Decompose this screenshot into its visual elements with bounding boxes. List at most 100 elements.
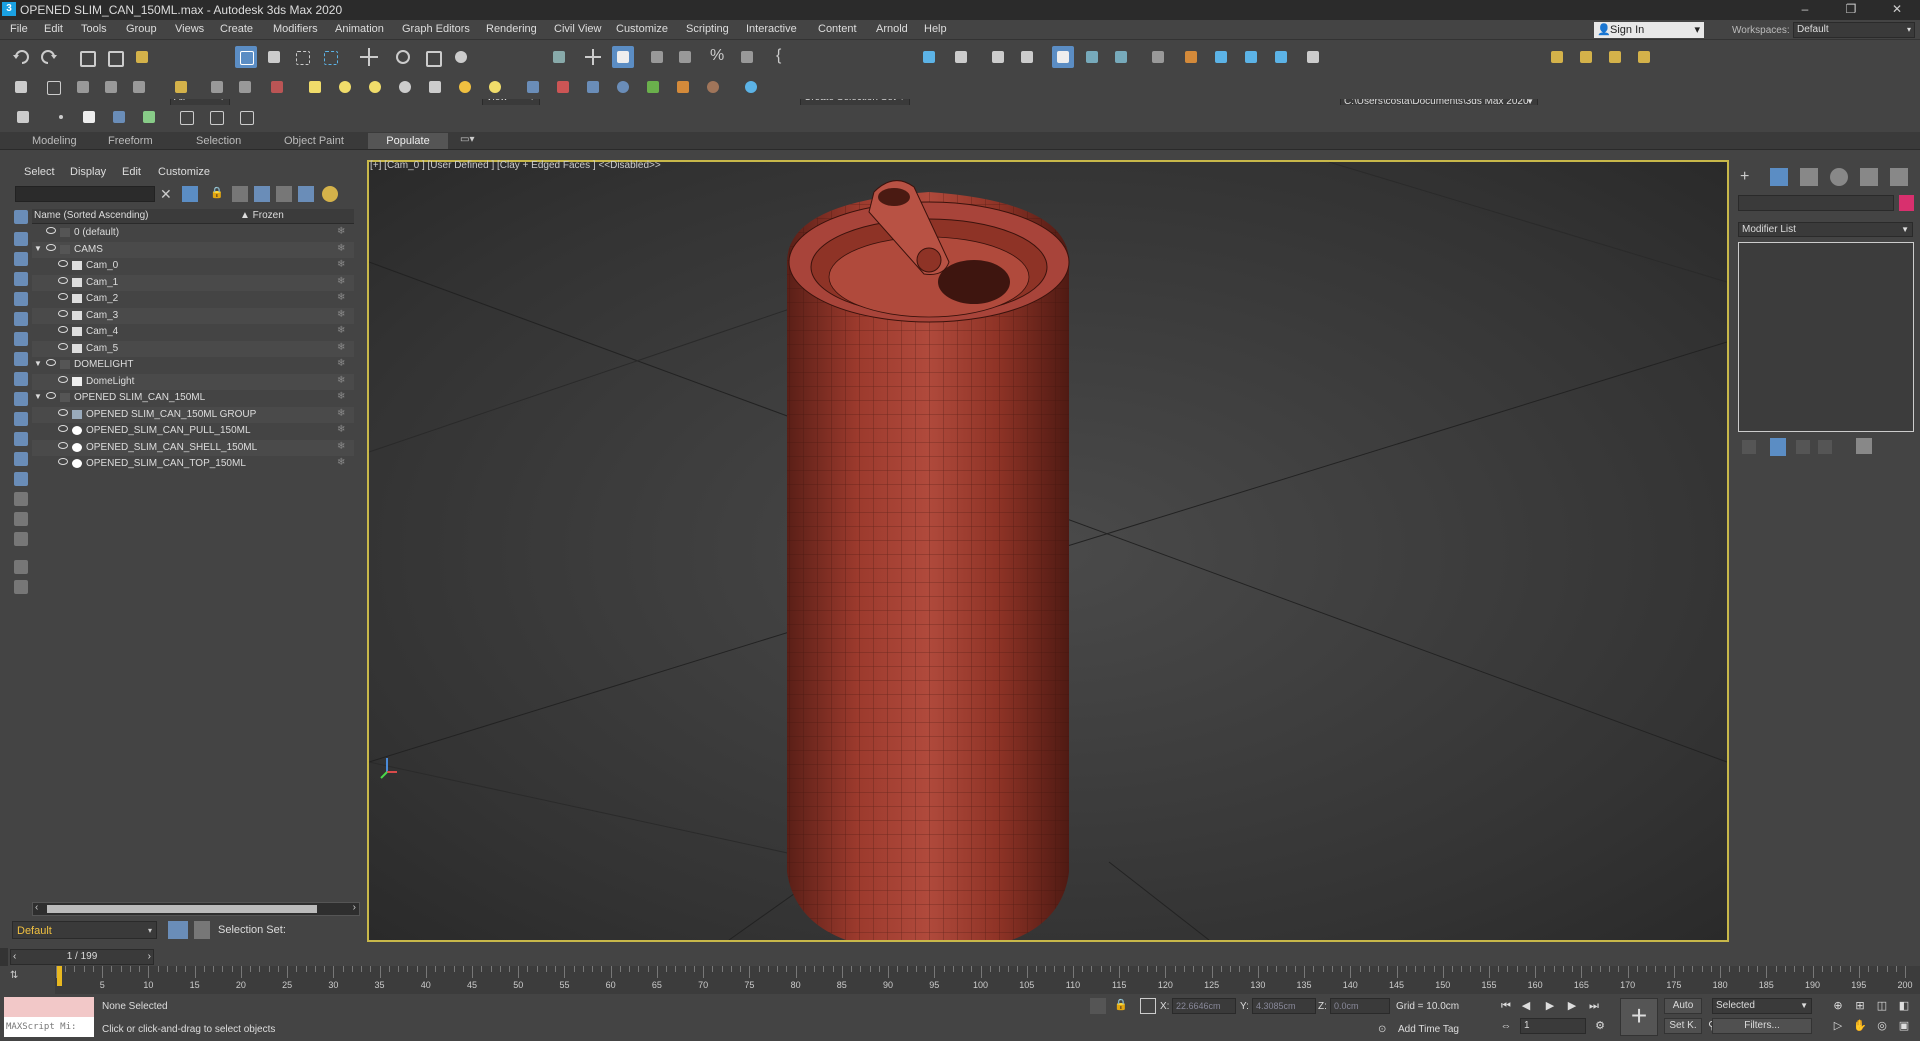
freeze-icon[interactable]: ❄ bbox=[337, 375, 345, 386]
array-icon[interactable] bbox=[235, 106, 257, 128]
modifier-list-dropdown[interactable]: Modifier List ▼ bbox=[1738, 222, 1913, 237]
set-key-icon[interactable]: + bbox=[1620, 998, 1658, 1036]
z-coordinate-field[interactable]: 0.0cm bbox=[1330, 998, 1390, 1014]
mirror-icon[interactable] bbox=[918, 46, 940, 68]
go-to-start-icon[interactable]: ⏮ bbox=[1498, 998, 1514, 1014]
tree-row[interactable]: Cam_0 ❄ bbox=[32, 258, 354, 274]
expand-collapse-icon[interactable]: ▼ bbox=[34, 359, 42, 368]
modifier-stack[interactable] bbox=[1738, 242, 1914, 432]
viewport-scene[interactable] bbox=[369, 162, 1727, 940]
zoom-icon[interactable]: ⊕ bbox=[1830, 998, 1846, 1014]
toggle-layer-explorer-icon[interactable] bbox=[1016, 46, 1038, 68]
time-configuration-icon[interactable]: ⚙ bbox=[1592, 1018, 1608, 1034]
toggle-scene-explorer-icon[interactable] bbox=[987, 46, 1009, 68]
menu-group[interactable]: Group bbox=[126, 23, 157, 35]
freeze-icon[interactable]: ❄ bbox=[337, 391, 345, 402]
curve-editor-toggle-icon[interactable]: ⇅ bbox=[10, 970, 40, 990]
menu-customize[interactable]: Customize bbox=[616, 23, 668, 35]
grid-icon[interactable] bbox=[266, 76, 288, 98]
circle-shape-icon[interactable] bbox=[334, 76, 356, 98]
open-folder-icon[interactable] bbox=[1575, 46, 1597, 68]
display-lights-icon[interactable] bbox=[14, 272, 28, 286]
torus-icon[interactable] bbox=[394, 76, 416, 98]
box-icon[interactable] bbox=[42, 76, 64, 98]
particle-icon[interactable] bbox=[522, 76, 544, 98]
display-none-icon[interactable] bbox=[14, 210, 28, 224]
modify-tab-icon[interactable] bbox=[1770, 168, 1788, 186]
remove-modifier-icon[interactable] bbox=[1818, 440, 1832, 454]
sparkle-icon[interactable] bbox=[138, 106, 160, 128]
track-bar[interactable]: 5 10 15 20 25 30 35 40 45 50 55 60 65 70 75 80 85 90 95 100… bbox=[55, 966, 1920, 994]
current-frame-marker[interactable] bbox=[57, 966, 62, 986]
maxscript-mini-input[interactable]: MAXScript Mi: bbox=[4, 1017, 94, 1037]
motion-tab-icon[interactable] bbox=[1830, 168, 1848, 186]
menu-edit[interactable]: Edit bbox=[44, 23, 63, 35]
shirt-icon[interactable] bbox=[78, 106, 100, 128]
freeze-icon[interactable]: ❄ bbox=[337, 424, 345, 435]
select-manipulate-icon[interactable] bbox=[582, 46, 604, 68]
save-folder-icon[interactable] bbox=[1604, 46, 1626, 68]
tab-object-paint[interactable]: Object Paint bbox=[284, 135, 344, 147]
tab-freeform[interactable]: Freeform bbox=[108, 135, 153, 147]
display-tab-icon[interactable] bbox=[1860, 168, 1878, 186]
tree-row[interactable]: OPENED SLIM_CAN_150ML GROUP ❄ bbox=[32, 406, 354, 423]
bind-spacewarp-icon[interactable] bbox=[131, 46, 153, 68]
explorer-menu-select[interactable]: Select bbox=[24, 166, 55, 178]
rotate-icon[interactable] bbox=[392, 46, 414, 68]
link-icon[interactable] bbox=[75, 46, 97, 68]
make-unique-icon[interactable] bbox=[1796, 440, 1810, 454]
move-icon[interactable] bbox=[358, 46, 380, 68]
column-frozen-header[interactable]: ▲ Frozen bbox=[240, 210, 284, 221]
absolute-mode-icon[interactable] bbox=[1140, 998, 1156, 1014]
snapshot-icon[interactable] bbox=[205, 106, 227, 128]
workspace-dropdown[interactable]: Default ▾ bbox=[1793, 22, 1915, 38]
plane-icon[interactable] bbox=[10, 76, 32, 98]
angle-snap-icon[interactable] bbox=[674, 46, 696, 68]
zoom-extents-all-icon[interactable]: ◧ bbox=[1896, 998, 1912, 1014]
speech-bubble-icon[interactable] bbox=[170, 76, 192, 98]
visibility-eye-icon[interactable] bbox=[58, 293, 68, 300]
toggle-ribbon-icon[interactable] bbox=[1052, 46, 1074, 68]
tree-row[interactable]: OPENED_SLIM_CAN_PULL_150ML ❄ bbox=[32, 423, 354, 439]
visibility-eye-icon[interactable] bbox=[58, 408, 68, 416]
teapot-icon[interactable] bbox=[484, 76, 506, 98]
select-object-icon[interactable] bbox=[235, 46, 257, 68]
tree-row[interactable]: Cam_2 ❄ bbox=[32, 291, 354, 307]
render-setup-icon[interactable] bbox=[1180, 46, 1202, 68]
visibility-eye-icon[interactable] bbox=[46, 243, 56, 251]
tree-row[interactable]: ▼ DOMELIGHT ❄ bbox=[32, 357, 354, 373]
filter-icon[interactable] bbox=[182, 186, 198, 202]
freeze-icon[interactable]: ❄ bbox=[337, 342, 345, 353]
menu-graph-editors[interactable]: Graph Editors bbox=[402, 23, 470, 35]
freeze-icon[interactable]: ❄ bbox=[337, 441, 345, 452]
pin-stack-icon[interactable] bbox=[1742, 440, 1756, 454]
cylinder-icon[interactable] bbox=[100, 76, 122, 98]
rectangular-selection-icon[interactable] bbox=[291, 46, 313, 68]
freeze-icon[interactable]: ❄ bbox=[337, 292, 345, 303]
display-invert-icon[interactable] bbox=[14, 492, 28, 506]
y-coordinate-field[interactable]: 4.3085cm bbox=[1252, 998, 1316, 1014]
edit-named-selection-icon[interactable]: { bbox=[771, 46, 793, 68]
visibility-eye-icon[interactable] bbox=[58, 375, 68, 383]
add-time-tag[interactable]: Add Time Tag bbox=[1398, 1024, 1459, 1035]
key-mode-dropdown[interactable]: Selected ▼ bbox=[1712, 998, 1812, 1014]
rendered-frame-window-icon[interactable] bbox=[1210, 46, 1232, 68]
create-tab-icon[interactable]: + bbox=[1740, 168, 1758, 186]
close-button[interactable]: ✕ bbox=[1874, 0, 1920, 20]
dot-icon[interactable] bbox=[50, 106, 72, 128]
sign-in-dropdown[interactable]: 👤 Sign In ▾ bbox=[1594, 22, 1704, 38]
bone-icon[interactable] bbox=[552, 76, 574, 98]
display-bones-icon[interactable] bbox=[14, 392, 28, 406]
x-coordinate-field[interactable]: 22.6646cm bbox=[1172, 998, 1236, 1014]
render-iterative-icon[interactable] bbox=[1302, 46, 1324, 68]
sphere-light-icon[interactable] bbox=[364, 76, 386, 98]
freeze-icon[interactable]: ❄ bbox=[337, 259, 345, 270]
zoom-all-icon[interactable]: ⊞ bbox=[1852, 998, 1868, 1014]
freeze-icon[interactable]: ❄ bbox=[337, 309, 345, 320]
place-icon[interactable] bbox=[450, 46, 472, 68]
menu-tools[interactable]: Tools bbox=[81, 23, 107, 35]
visibility-eye-icon[interactable] bbox=[58, 276, 68, 284]
material-editor-icon[interactable] bbox=[1147, 46, 1169, 68]
scale-icon[interactable] bbox=[421, 46, 443, 68]
menu-views[interactable]: Views bbox=[175, 23, 204, 35]
